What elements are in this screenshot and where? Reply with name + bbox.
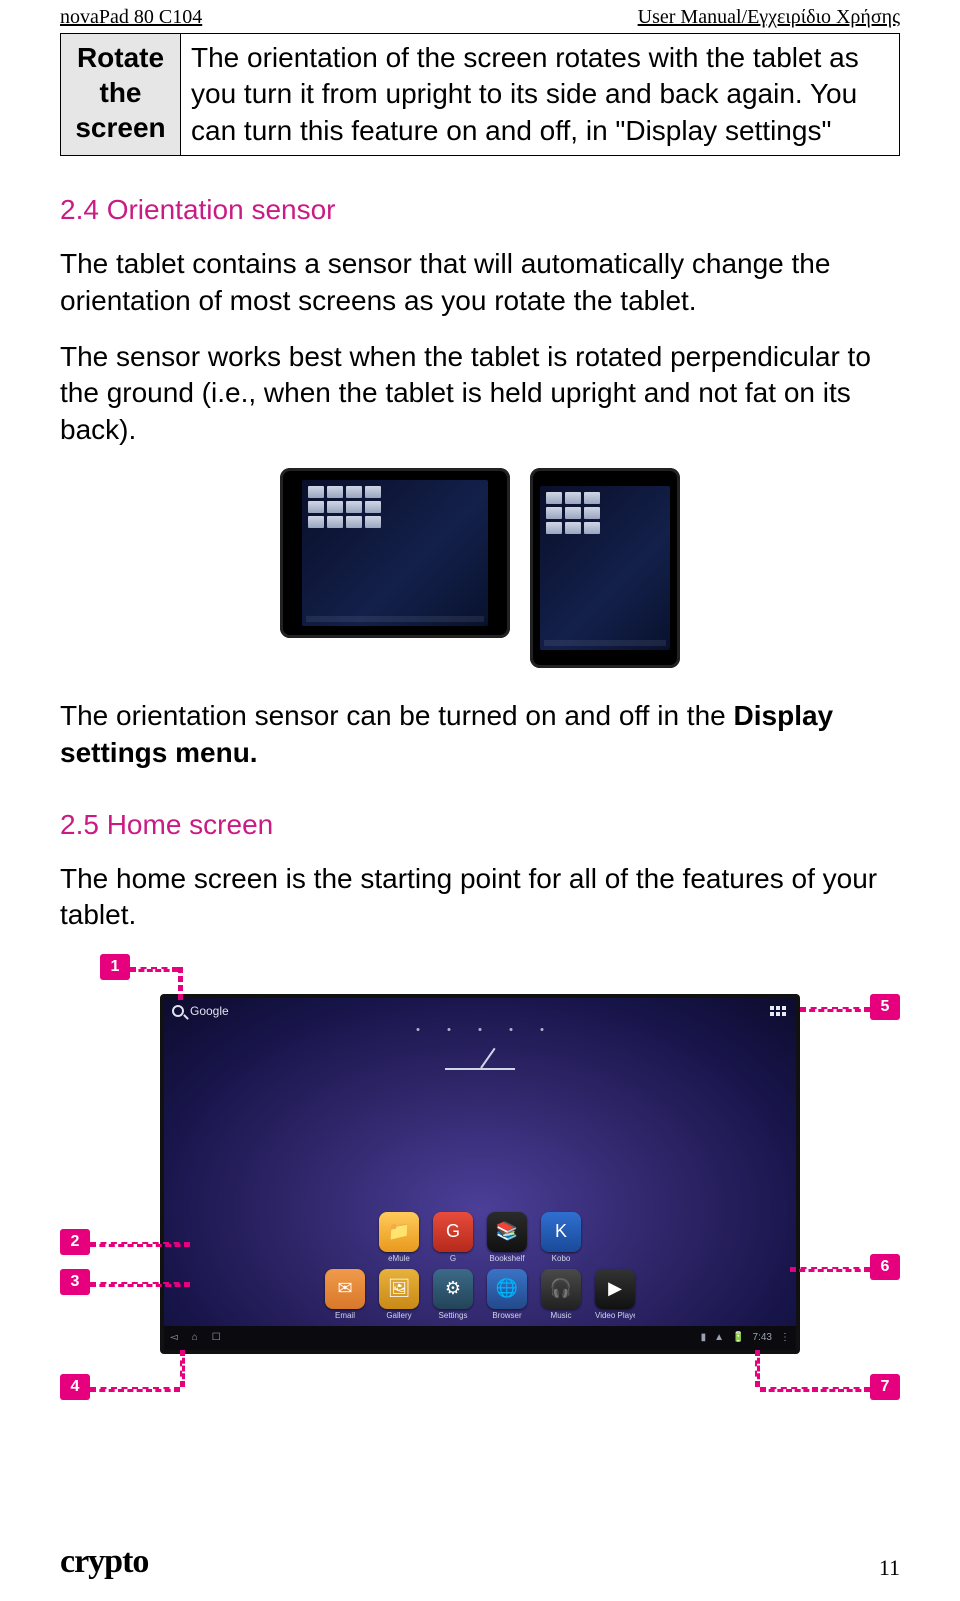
app-icon[interactable]: 📁: [379, 1212, 419, 1252]
brand-logo: crypto: [60, 1543, 148, 1581]
system-nav-bar: ◅ ⌂ ☐ ▮ ▲ 🔋 7:43 ⋮: [164, 1326, 796, 1350]
tablet-landscape-icon: [280, 468, 510, 638]
section-2-4-title: 2.4 Orientation sensor: [60, 194, 900, 226]
home-icon[interactable]: ⌂: [192, 1332, 198, 1343]
search-bar[interactable]: Google: [172, 1004, 229, 1018]
apps-grid-icon[interactable]: [770, 1006, 788, 1024]
search-icon: [172, 1005, 184, 1017]
callout-3: 3: [60, 1269, 90, 1295]
home-screen: Google 📁eMule GG 📚Bookshelf KKobo ✉Email…: [160, 994, 800, 1354]
app-icon[interactable]: ✉: [325, 1269, 365, 1309]
status-icon: ⋮: [780, 1332, 790, 1343]
app-dock: 📁eMule GG 📚Bookshelf KKobo ✉Email 🖼Galle…: [325, 1212, 635, 1320]
section-2-5-p1: The home screen is the starting point fo…: [60, 861, 900, 934]
rotate-screen-table: Rotate the screen The orientation of the…: [60, 33, 900, 156]
app-icon[interactable]: ▶: [595, 1269, 635, 1309]
callout-1: 1: [100, 954, 130, 980]
header-left: novaPad 80 C104: [60, 6, 202, 29]
app-icon[interactable]: 🌐: [487, 1269, 527, 1309]
section-2-5-title: 2.5 Home screen: [60, 809, 900, 841]
status-icon: ▲: [714, 1332, 724, 1343]
status-icon: 🔋: [732, 1332, 744, 1343]
page-footer: crypto 11: [60, 1543, 900, 1581]
header-right: User Manual/Εγχειρίδιο Χρήσης: [638, 6, 900, 29]
tablet-portrait-icon: [530, 468, 680, 668]
page-number: 11: [879, 1555, 900, 1581]
page-indicator: [417, 1028, 544, 1031]
analog-clock-widget: [445, 1068, 515, 1070]
home-screen-figure: Google 📁eMule GG 📚Bookshelf KKobo ✉Email…: [60, 954, 900, 1424]
recent-icon[interactable]: ☐: [212, 1332, 221, 1343]
app-icon[interactable]: ⚙: [433, 1269, 473, 1309]
search-label: Google: [190, 1004, 229, 1018]
status-icon: ▮: [701, 1332, 707, 1343]
tablet-orientation-figure: [60, 468, 900, 668]
app-icon[interactable]: K: [541, 1212, 581, 1252]
section-2-4-p1: The tablet contains a sensor that will a…: [60, 246, 900, 319]
clock-text: 7:43: [753, 1332, 772, 1343]
section-2-4-p2: The sensor works best when the tablet is…: [60, 339, 900, 448]
callout-6: 6: [870, 1254, 900, 1280]
section-2-4-p3: The orientation sensor can be turned on …: [60, 698, 900, 771]
manual-page: novaPad 80 C104 User Manual/Εγχειρίδιο Χ…: [0, 0, 960, 1601]
callout-5: 5: [870, 994, 900, 1020]
rotate-label-cell: Rotate the screen: [61, 34, 181, 156]
running-header: novaPad 80 C104 User Manual/Εγχειρίδιο Χ…: [60, 6, 900, 29]
back-icon[interactable]: ◅: [170, 1332, 178, 1343]
callout-7: 7: [870, 1374, 900, 1400]
app-icon[interactable]: 🎧: [541, 1269, 581, 1309]
rotate-desc-cell: The orientation of the screen rotates wi…: [181, 34, 900, 156]
app-icon[interactable]: 📚: [487, 1212, 527, 1252]
app-icon[interactable]: G: [433, 1212, 473, 1252]
callout-2: 2: [60, 1229, 90, 1255]
callout-4: 4: [60, 1374, 90, 1400]
app-icon[interactable]: 🖼: [379, 1269, 419, 1309]
